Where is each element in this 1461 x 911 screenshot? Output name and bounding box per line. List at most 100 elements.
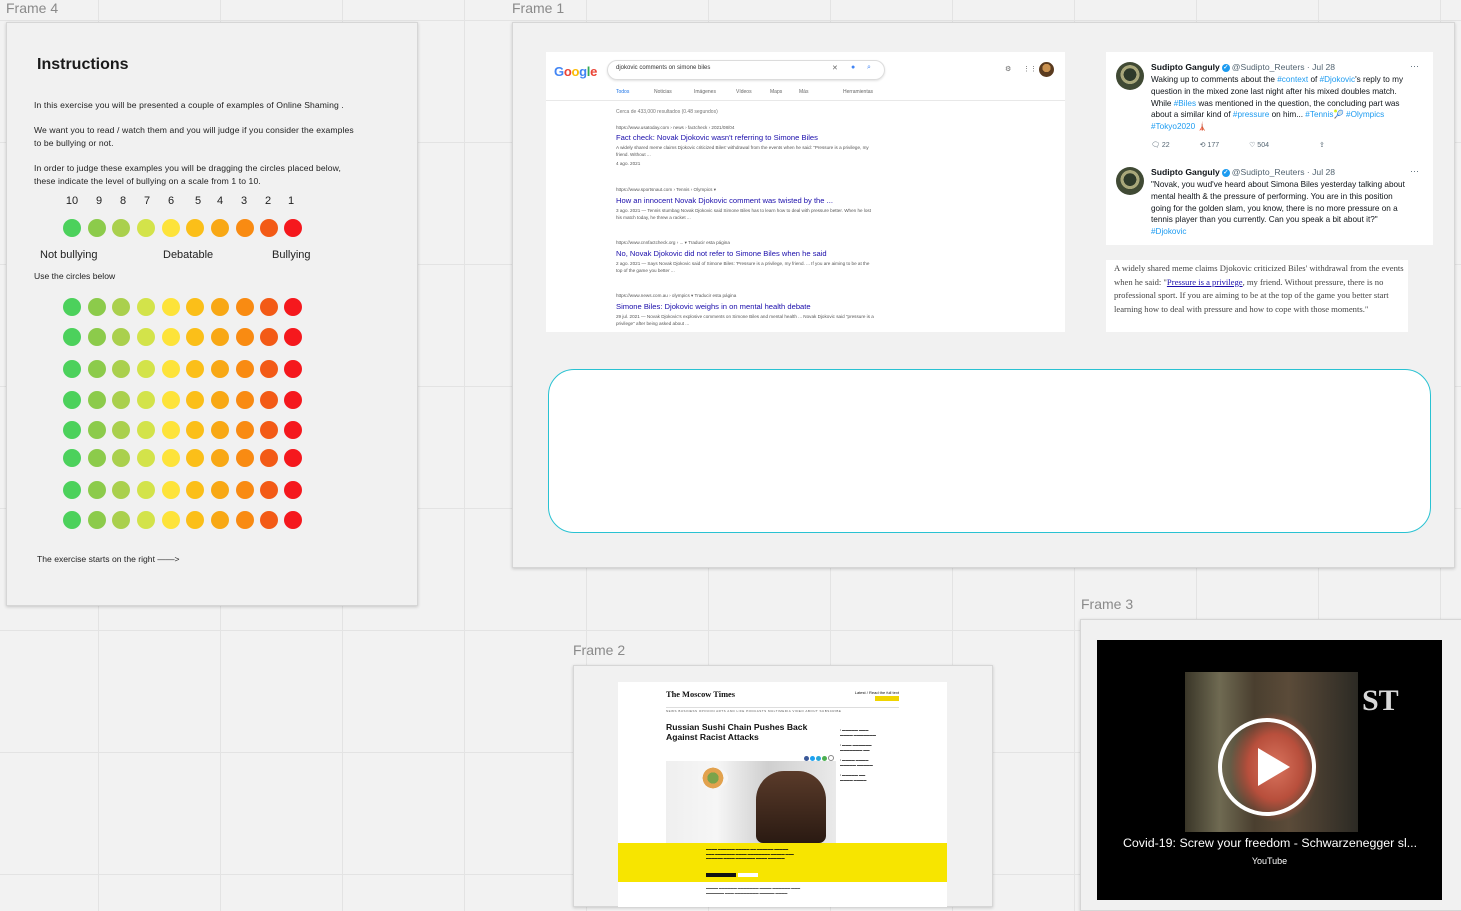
frame-1-label[interactable]: Frame 1	[512, 0, 564, 16]
rating-circle[interactable]	[284, 481, 302, 499]
rating-circle[interactable]	[112, 298, 130, 316]
rating-circle[interactable]	[88, 421, 106, 439]
rating-circle[interactable]	[162, 511, 180, 529]
rating-circle[interactable]	[284, 328, 302, 346]
rating-circle[interactable]	[186, 511, 204, 529]
rating-circle[interactable]	[137, 328, 155, 346]
rating-circle[interactable]	[88, 298, 106, 316]
rating-circle[interactable]	[186, 360, 204, 378]
rating-circle[interactable]	[63, 449, 81, 467]
rating-circle[interactable]	[284, 391, 302, 409]
rating-circle[interactable]	[284, 449, 302, 467]
rating-circle[interactable]	[211, 360, 229, 378]
rating-circle[interactable]	[88, 360, 106, 378]
rating-circle[interactable]	[112, 421, 130, 439]
rating-circle[interactable]	[162, 481, 180, 499]
rating-circle[interactable]	[211, 391, 229, 409]
frame-4-label[interactable]: Frame 4	[6, 0, 58, 16]
rating-circle[interactable]	[88, 449, 106, 467]
rating-circle[interactable]	[260, 328, 278, 346]
rating-circle[interactable]	[186, 391, 204, 409]
hashtag-link[interactable]: #Djokovic	[1320, 75, 1356, 84]
rating-circle[interactable]	[186, 328, 204, 346]
rating-circle[interactable]	[236, 511, 254, 529]
rating-circle[interactable]	[162, 449, 180, 467]
rating-circle[interactable]	[63, 481, 81, 499]
rating-circle[interactable]	[137, 298, 155, 316]
play-button[interactable]	[1218, 718, 1316, 816]
hashtag-link[interactable]: #context	[1277, 75, 1308, 84]
rating-circle[interactable]	[162, 328, 180, 346]
frame-1[interactable]: Google djokovic comments on simone biles…	[512, 22, 1455, 568]
rating-circle[interactable]	[211, 298, 229, 316]
rating-circle[interactable]	[284, 421, 302, 439]
rating-circle[interactable]	[112, 391, 130, 409]
rating-circle[interactable]	[236, 391, 254, 409]
rating-circle[interactable]	[88, 391, 106, 409]
google-search-screenshot[interactable]: Google djokovic comments on simone biles…	[546, 52, 1065, 332]
rating-circle[interactable]	[211, 328, 229, 346]
rating-circle[interactable]	[260, 481, 278, 499]
frame-3[interactable]: ST Covid-19: Screw your freedom - Schwar…	[1080, 619, 1461, 911]
answer-drop-zone[interactable]	[548, 369, 1431, 533]
rating-circle[interactable]	[137, 391, 155, 409]
rating-circle[interactable]	[63, 391, 81, 409]
rating-circle[interactable]	[137, 421, 155, 439]
rating-circle[interactable]	[162, 421, 180, 439]
rating-circle[interactable]	[112, 481, 130, 499]
rating-circle[interactable]	[211, 511, 229, 529]
rating-circle[interactable]	[211, 481, 229, 499]
rating-circle[interactable]	[137, 481, 155, 499]
rating-circle[interactable]	[236, 421, 254, 439]
rating-circle[interactable]	[211, 421, 229, 439]
rating-circle[interactable]	[260, 421, 278, 439]
frame-4[interactable]: Instructions In this exercise you will b…	[6, 22, 418, 606]
hashtag-link[interactable]: #Djokovic	[1151, 227, 1187, 236]
rating-circle[interactable]	[162, 360, 180, 378]
rating-circle[interactable]	[63, 511, 81, 529]
rating-circle[interactable]	[236, 328, 254, 346]
rating-circle[interactable]	[63, 421, 81, 439]
rating-circle[interactable]	[162, 391, 180, 409]
rating-circle[interactable]	[260, 391, 278, 409]
hashtag-link[interactable]: #Biles	[1174, 99, 1196, 108]
rating-circle[interactable]	[236, 298, 254, 316]
rating-circle[interactable]	[260, 449, 278, 467]
frame-2-label[interactable]: Frame 2	[573, 642, 625, 658]
frame-2[interactable]: The Moscow Times Latest / Read the full …	[573, 665, 993, 907]
rating-circle[interactable]	[137, 360, 155, 378]
rating-circle[interactable]	[112, 511, 130, 529]
rating-circle[interactable]	[88, 481, 106, 499]
rating-circle[interactable]	[236, 449, 254, 467]
rating-circle[interactable]	[236, 481, 254, 499]
rating-circle[interactable]	[112, 328, 130, 346]
rating-circle[interactable]	[63, 298, 81, 316]
tweets-screenshot[interactable]: Sudipto Ganguly ✓ @Sudipto_Reuters · Jul 2…	[1106, 52, 1433, 245]
rating-circle[interactable]	[236, 360, 254, 378]
hashtag-link[interactable]: #pressure	[1233, 110, 1269, 119]
rating-circle[interactable]	[260, 360, 278, 378]
rating-circle[interactable]	[88, 511, 106, 529]
rating-circle[interactable]	[211, 449, 229, 467]
rating-circle[interactable]	[260, 511, 278, 529]
rating-circle[interactable]	[284, 298, 302, 316]
rating-circle[interactable]	[284, 360, 302, 378]
rating-circle[interactable]	[162, 298, 180, 316]
hashtag-link[interactable]: #Olympics	[1346, 110, 1384, 119]
quote-screenshot[interactable]: A widely shared meme claims Djokovic cri…	[1106, 260, 1408, 332]
rating-circle[interactable]	[112, 360, 130, 378]
rating-circle[interactable]	[137, 449, 155, 467]
rating-circle[interactable]	[186, 481, 204, 499]
rating-circle[interactable]	[186, 421, 204, 439]
rating-circle[interactable]	[63, 328, 81, 346]
rating-circle[interactable]	[284, 511, 302, 529]
frame-3-label[interactable]: Frame 3	[1081, 596, 1133, 612]
hashtag-link[interactable]: #Tokyo2020	[1151, 122, 1195, 131]
video-embed[interactable]: ST Covid-19: Screw your freedom - Schwar…	[1097, 640, 1442, 900]
rating-circle[interactable]	[186, 298, 204, 316]
rating-circle[interactable]	[260, 298, 278, 316]
rating-circle[interactable]	[137, 511, 155, 529]
hashtag-link[interactable]: #Tennis	[1305, 110, 1333, 119]
rating-circle[interactable]	[186, 449, 204, 467]
rating-circle[interactable]	[63, 360, 81, 378]
